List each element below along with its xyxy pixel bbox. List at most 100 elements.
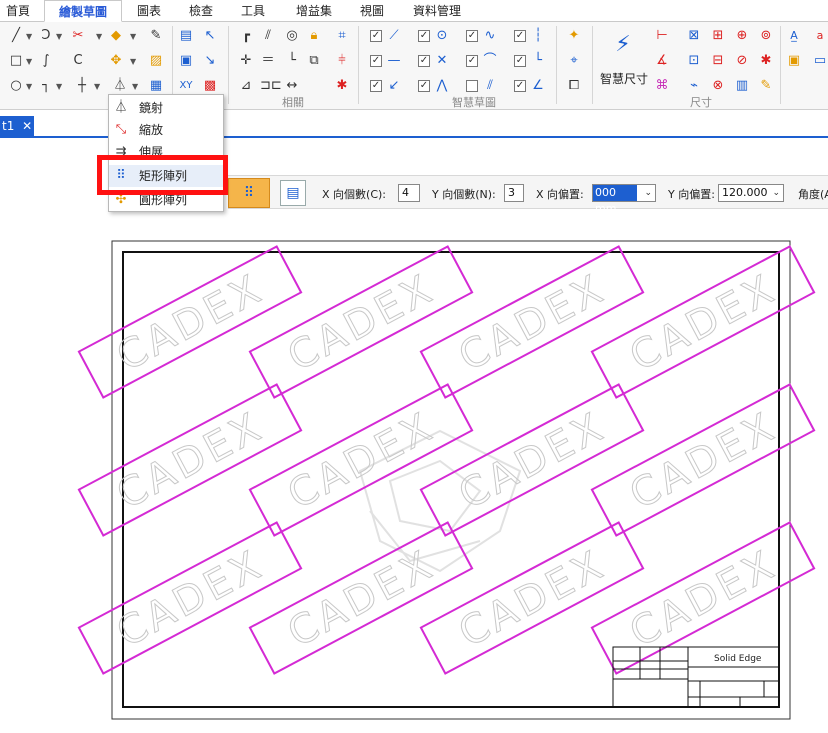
x-count-input[interactable]: 4 <box>398 184 420 202</box>
lock-icon[interactable]: 🔒︎ <box>306 28 322 44</box>
fill-icon[interactable]: ◆ <box>108 28 124 44</box>
auto-dimension-icon[interactable]: ⊘ <box>734 53 750 69</box>
curve-point-icon[interactable]: ∿ <box>482 28 498 44</box>
chevron-down-icon[interactable]: ▼ <box>96 32 102 41</box>
chevron-down-icon[interactable]: ⌄ <box>772 185 780 201</box>
chevron-down-icon[interactable]: ▼ <box>132 82 138 91</box>
parallel-icon[interactable]: ⫽ <box>260 28 276 44</box>
text-style-icon[interactable]: A̲ <box>786 28 802 44</box>
y-offset-value[interactable]: 120.000 <box>722 186 768 199</box>
silhouette-icon[interactable]: ⋀ <box>434 78 450 94</box>
grid-icon[interactable]: ▩ <box>202 78 218 94</box>
corner-icon[interactable]: └ <box>530 53 546 69</box>
intellisketch-checkbox[interactable]: ✓ <box>370 55 382 67</box>
extend-icon[interactable]: ┼ <box>74 78 90 94</box>
intellisketch-checkbox[interactable]: ✓ <box>514 30 526 42</box>
endpoint-icon[interactable]: ⟋ <box>386 28 402 44</box>
rectangle-icon[interactable]: □ <box>8 53 24 69</box>
x-offset-value[interactable]: 000 mm <box>593 185 637 215</box>
tab-sketching[interactable]: 繪製草圖 <box>44 0 122 22</box>
chevron-down-icon[interactable]: ▼ <box>130 57 136 66</box>
tangent-point-icon[interactable]: ⌒ <box>482 53 498 69</box>
tab-view[interactable]: 視圖 <box>352 0 392 22</box>
tangent-icon[interactable]: ⫩ <box>334 53 350 69</box>
drawing-canvas[interactable]: CADEX CADEX CADEX CADEX CADEX CADEX CADEX CADEX… <box>0 211 828 733</box>
collinear-icon[interactable]: ⊿ <box>238 78 254 94</box>
smart-dimension-icon[interactable]: ⚡ <box>610 32 636 58</box>
tab-tools[interactable]: 工具 <box>232 0 274 22</box>
curve-icon[interactable]: ∫ <box>38 53 54 69</box>
offset-icon[interactable]: C <box>70 53 86 69</box>
tab-home[interactable]: 首頁 <box>0 0 36 22</box>
retrieve-dimension-icon[interactable]: ⊗ <box>710 78 726 94</box>
move-icon[interactable]: ✥ <box>108 53 124 69</box>
smart-dimension-label[interactable]: 智慧尺寸 <box>600 70 648 87</box>
distance-icon[interactable]: ↔ <box>284 78 300 94</box>
document-tab[interactable]: t1 ✕ <box>0 116 34 136</box>
annotation-icon[interactable]: ▣ <box>786 53 802 69</box>
select-arrow-icon[interactable]: ↖ <box>202 28 218 44</box>
coordinate-icon[interactable]: XY <box>178 78 194 94</box>
chevron-down-icon[interactable]: ▼ <box>56 82 62 91</box>
tab-add-ins[interactable]: 增益集 <box>286 0 342 22</box>
y-count-input[interactable]: 3 <box>504 184 524 202</box>
attach-dimension-icon[interactable]: ⊟ <box>710 53 726 69</box>
vertical-icon[interactable]: ┆ <box>530 28 546 44</box>
circle-icon[interactable]: ○ <box>8 78 24 94</box>
distance-between-icon[interactable]: ⊢ <box>654 28 670 44</box>
coordinate-dimension-icon[interactable]: ⌘ <box>654 78 670 94</box>
rectangular-pattern-button[interactable]: ⠿ <box>228 178 270 208</box>
line-icon[interactable]: ╱ <box>8 28 24 44</box>
chevron-down-icon[interactable]: ▼ <box>26 57 32 66</box>
tab-drawing[interactable]: 圖表 <box>128 0 170 22</box>
parallel-line-icon[interactable]: ⫽ <box>482 78 498 94</box>
intellisketch-checkbox[interactable]: ✓ <box>418 30 430 42</box>
text-icon[interactable]: a <box>812 28 828 44</box>
angle-icon[interactable]: ∠ <box>530 78 546 94</box>
tab-data-management[interactable]: 資料管理 <box>404 0 470 22</box>
tab-inspect[interactable]: 檢查 <box>180 0 222 22</box>
trim-icon[interactable]: ✂ <box>70 28 86 44</box>
fillet-icon[interactable]: ┐ <box>38 78 54 94</box>
x-offset-dropdown[interactable]: 000 mm ⌄ <box>592 184 656 215</box>
arc-icon[interactable]: Ↄ <box>38 28 54 44</box>
callout-icon[interactable]: ▭ <box>812 53 828 69</box>
center-point-icon[interactable]: ⊙ <box>434 28 450 44</box>
equal-icon[interactable]: ＝ <box>260 53 276 69</box>
relation-assistant-icon[interactable]: ⌗ <box>334 28 350 44</box>
chevron-down-icon[interactable]: ▼ <box>94 82 100 91</box>
move-pointer-icon[interactable]: ↘ <box>202 53 218 69</box>
dimension-style-icon[interactable]: ⊞ <box>710 28 726 44</box>
chevron-down-icon[interactable]: ⌄ <box>644 185 652 201</box>
chevron-down-icon[interactable]: ▼ <box>26 82 32 91</box>
intellisketch-checkbox[interactable]: ✓ <box>370 30 382 42</box>
symmetric-diameter-icon[interactable]: ⊠ <box>686 28 702 44</box>
intellisketch-checkbox[interactable] <box>466 80 478 92</box>
intellisketch-checkbox[interactable]: ✓ <box>466 55 478 67</box>
angle-between-icon[interactable]: ∡ <box>654 53 670 69</box>
window-icon[interactable]: ⧠ <box>566 78 582 94</box>
insert-table-icon[interactable]: ▤ <box>178 28 194 44</box>
delete-relation-icon[interactable]: ✱ <box>334 78 350 94</box>
intellisketch-checkbox[interactable]: ✓ <box>370 80 382 92</box>
concentric-icon[interactable]: ◎ <box>284 28 300 44</box>
menu-item-mirror[interactable]: ⏃ 鏡射 <box>109 97 223 119</box>
dimension-group-icon[interactable]: ▥ <box>734 78 750 94</box>
chevron-down-icon[interactable]: ▼ <box>26 32 32 41</box>
pattern-options-button[interactable]: ▤ <box>280 180 306 206</box>
midpoint-icon[interactable]: — <box>386 53 402 69</box>
y-offset-dropdown[interactable]: 120.000 ⌄ <box>718 184 784 202</box>
horizontal-vertical-icon[interactable]: └ <box>284 53 300 69</box>
close-icon[interactable]: ✕ <box>22 119 32 133</box>
connect-icon[interactable]: ✛ <box>238 53 254 69</box>
locate-point-icon[interactable]: ⌖ <box>566 53 582 69</box>
alignment-icon[interactable]: ↙ <box>386 78 402 94</box>
menu-item-scale[interactable]: ⤡ 縮放 <box>109 119 223 141</box>
dimension-axis-icon[interactable]: ⊕ <box>734 28 750 44</box>
chamfer-dimension-icon[interactable]: ⊡ <box>686 53 702 69</box>
intellisketch-checkbox[interactable]: ✓ <box>418 55 430 67</box>
chevron-down-icon[interactable]: ▼ <box>56 32 62 41</box>
symmetric-icon[interactable]: ⊐⊏ <box>260 78 282 94</box>
intellisketch-checkbox[interactable]: ✓ <box>466 30 478 42</box>
properties-icon[interactable]: ▦ <box>148 78 164 94</box>
